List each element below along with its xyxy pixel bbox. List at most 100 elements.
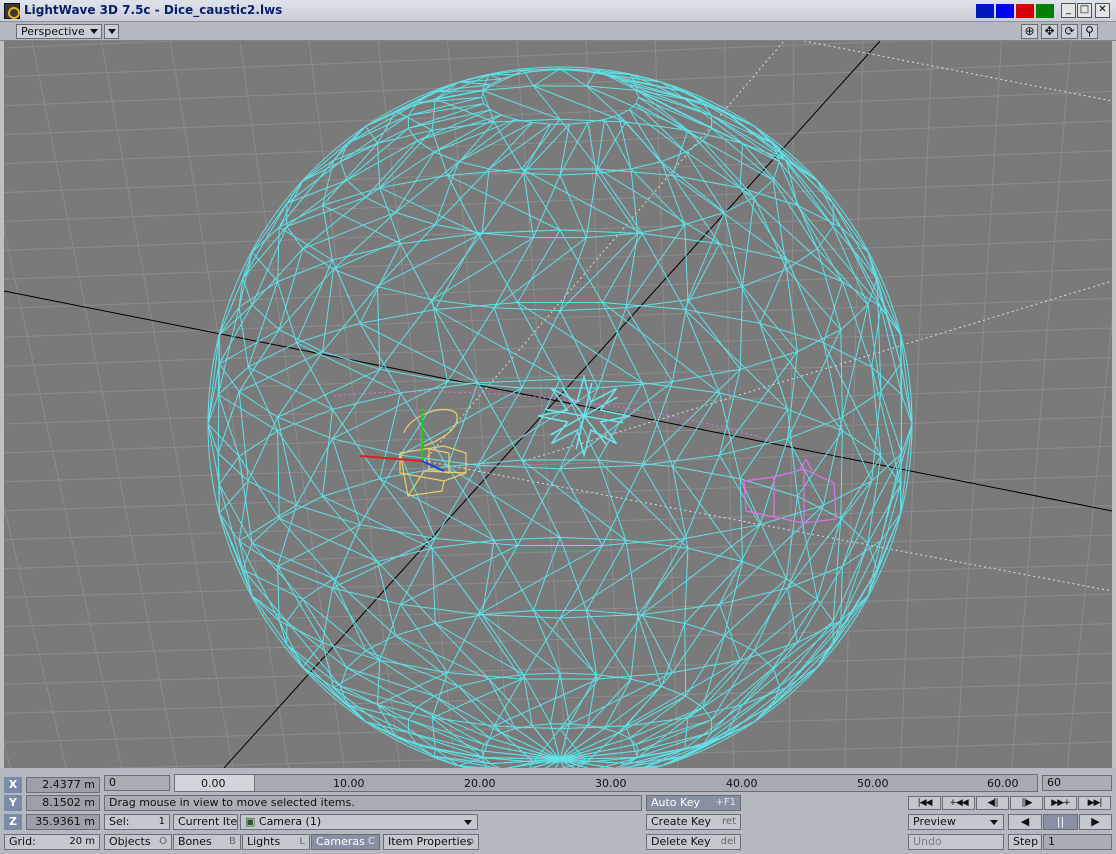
grid-value: 20 m xyxy=(69,836,95,847)
sphere-ring xyxy=(242,168,878,389)
perspective-viewport[interactable] xyxy=(4,41,1112,768)
sphere-edge xyxy=(251,517,334,580)
sphere-edge xyxy=(559,381,673,470)
sphere-edge xyxy=(493,237,587,309)
close-button[interactable]: ✕ xyxy=(1095,3,1110,18)
sphere-edge xyxy=(277,566,333,643)
next-frame-button[interactable]: ||▶ xyxy=(1010,796,1043,810)
preview-label: Preview xyxy=(913,815,956,828)
step-field[interactable]: 1 xyxy=(1043,834,1112,850)
delete-key-button[interactable]: Delete Key del xyxy=(646,834,741,850)
sphere-edge xyxy=(630,161,686,225)
swatch-red[interactable] xyxy=(1016,4,1034,18)
z-position-field[interactable]: 35.9361 m xyxy=(26,814,100,830)
sphere-edge xyxy=(635,706,712,745)
sphere-edge xyxy=(408,706,485,745)
current-item-label: Current Item xyxy=(173,814,238,830)
sphere-edge xyxy=(431,672,522,719)
bones-button[interactable]: Bones B xyxy=(173,834,241,850)
sphere-edge xyxy=(447,168,561,231)
tick-label: 10.00 xyxy=(333,777,365,790)
play-backward-button[interactable]: ◀ xyxy=(1008,814,1042,830)
camera-object[interactable] xyxy=(399,408,467,497)
sphere-edge xyxy=(346,704,409,733)
grid-line xyxy=(4,740,12,768)
grid-line xyxy=(4,327,1112,367)
undo-button[interactable]: Undo xyxy=(908,834,1004,850)
title-bar: LightWave 3D 7.5c - Dice_caustic2.lws _ … xyxy=(0,0,1116,22)
auto-key-button[interactable]: Auto Key +F1 xyxy=(646,795,741,811)
y-position-field[interactable]: 8.1502 m xyxy=(26,795,100,811)
auto-key-hotkey: +F1 xyxy=(715,797,737,808)
selection-count: Sel: 1 xyxy=(104,814,170,830)
sphere-edge xyxy=(840,226,902,336)
lights-button[interactable]: Lights L xyxy=(242,834,310,850)
sphere-edge xyxy=(458,119,533,163)
swatch-blue-dark[interactable] xyxy=(976,4,994,18)
objects-button[interactable]: Objects O xyxy=(104,834,172,850)
timeline-slider[interactable]: 0.00 10.00 20.00 30.00 40.00 50.00 60.00 xyxy=(174,774,1038,792)
pause-button[interactable]: || xyxy=(1043,814,1078,830)
dice-object[interactable] xyxy=(537,374,631,458)
create-key-hotkey: ret xyxy=(722,816,736,827)
end-frame-field[interactable]: 60 xyxy=(1042,775,1112,791)
cameras-button[interactable]: Cameras C xyxy=(311,834,380,850)
swatch-green[interactable] xyxy=(1036,4,1054,18)
create-key-button[interactable]: Create Key ret xyxy=(646,814,741,830)
sphere-edge xyxy=(596,168,639,234)
scene-canvas[interactable] xyxy=(4,41,1112,768)
current-item-select[interactable]: ▣ Camera (1) xyxy=(240,814,478,830)
zoom-view-icon[interactable]: ⚲ xyxy=(1081,24,1098,39)
previous-frame-button[interactable]: ◀|| xyxy=(976,796,1009,810)
boundary-guide-line xyxy=(803,41,1112,102)
sphere-edge xyxy=(395,151,460,213)
tick-label: 40.00 xyxy=(726,777,758,790)
sphere-edge xyxy=(377,286,433,370)
sphere-edge xyxy=(641,233,720,310)
minimize-button[interactable]: _ xyxy=(1061,3,1076,18)
grid-line xyxy=(4,475,1112,512)
preview-select[interactable]: Preview xyxy=(908,814,1004,830)
item-properties-button[interactable]: Item Properties p xyxy=(383,834,479,850)
start-frame-field[interactable]: 0 xyxy=(104,775,170,791)
grid-line xyxy=(1011,41,1072,768)
light-object[interactable] xyxy=(743,457,837,524)
grid-line xyxy=(654,41,679,768)
sphere-edge xyxy=(559,537,627,611)
swatch-blue[interactable] xyxy=(996,4,1014,18)
next-key-button[interactable]: ▶▶+ xyxy=(1044,796,1077,810)
sphere-edge xyxy=(597,459,689,549)
pan-view-icon[interactable]: ✥ xyxy=(1041,24,1058,39)
sphere-edge xyxy=(672,174,789,261)
sphere-edge xyxy=(723,687,787,738)
last-frame-button[interactable]: ▶▶| xyxy=(1078,796,1111,810)
rotate-view-icon[interactable]: ⟳ xyxy=(1061,24,1078,39)
viewport-header: Perspective ⊕ ✥ ⟳ ⚲ xyxy=(0,22,1116,41)
sphere-edge xyxy=(602,302,720,394)
grid-size-field[interactable]: Grid: 20 m xyxy=(4,834,100,850)
view-options-button[interactable] xyxy=(104,24,119,39)
sel-label: Sel: xyxy=(109,815,130,828)
bones-hotkey: B xyxy=(229,836,236,847)
sphere-edge xyxy=(400,538,518,605)
grid-line xyxy=(4,711,1112,743)
view-mode-select[interactable]: Perspective xyxy=(16,24,102,39)
status-message: Drag mouse in view to move selected item… xyxy=(104,795,642,811)
sphere-edge xyxy=(559,672,597,725)
sphere-edge xyxy=(431,540,495,616)
sphere-edge xyxy=(340,685,409,721)
sphere-edge xyxy=(434,161,490,225)
tick-label: 20.00 xyxy=(464,777,496,790)
play-forward-button[interactable]: ▶ xyxy=(1079,814,1112,830)
x-position-field[interactable]: 2.4377 m xyxy=(26,777,100,793)
bones-label: Bones xyxy=(178,835,212,848)
previous-key-button[interactable]: +◀◀ xyxy=(942,796,975,810)
tick-label: 30.00 xyxy=(595,777,627,790)
maximize-button[interactable]: □ xyxy=(1077,3,1092,18)
first-frame-button[interactable]: |◀◀ xyxy=(908,796,941,810)
create-key-label: Create Key xyxy=(651,815,711,828)
auto-key-label: Auto Key xyxy=(651,796,700,809)
window-title: LightWave 3D 7.5c - Dice_caustic2.lws xyxy=(24,3,283,17)
move-view-icon[interactable]: ⊕ xyxy=(1021,24,1038,39)
sphere-edge xyxy=(641,524,761,615)
